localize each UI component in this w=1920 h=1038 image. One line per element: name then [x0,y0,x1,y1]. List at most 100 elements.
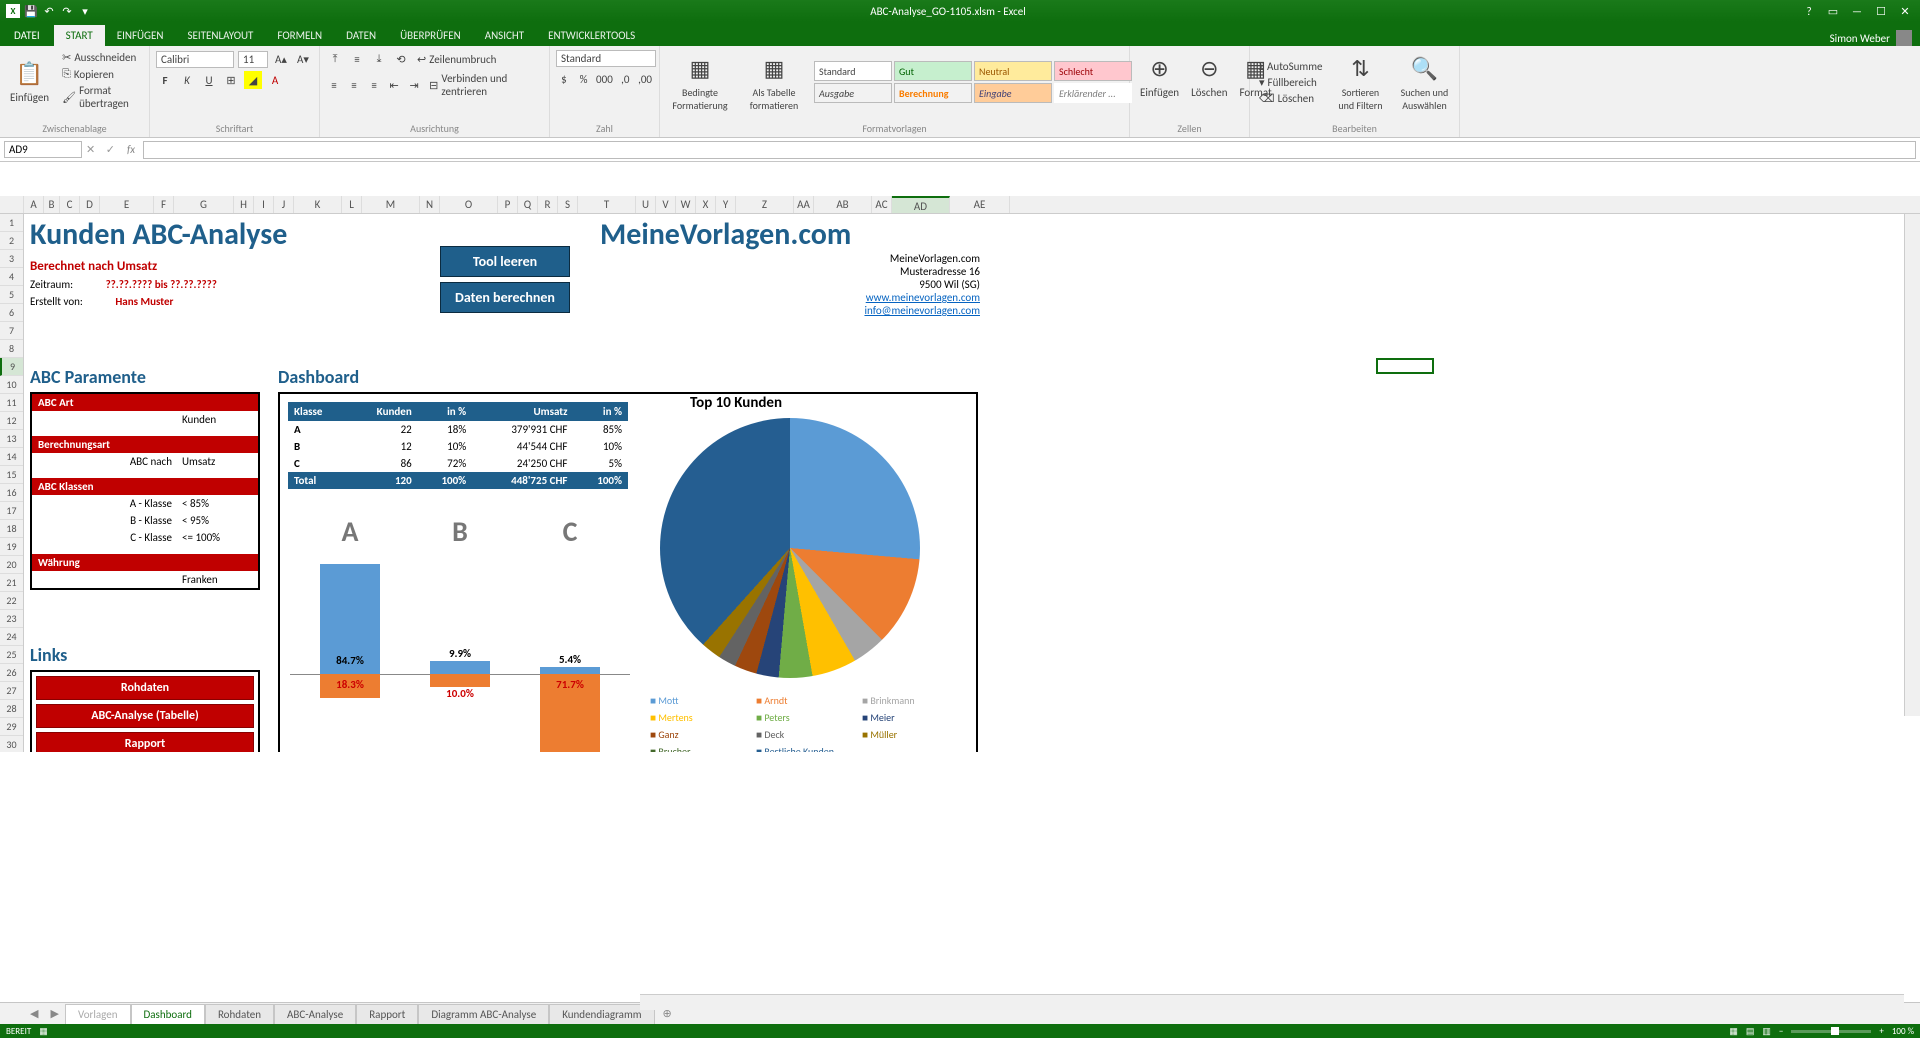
undo-icon[interactable]: ↶ [42,4,56,18]
row-header[interactable]: 6 [0,304,23,322]
view-page-icon[interactable]: ▤ [1746,1026,1755,1037]
font-size-select[interactable]: 11 [238,51,268,68]
row-header[interactable]: 21 [0,574,23,592]
tab-start[interactable]: START [54,25,105,46]
bold-icon[interactable]: F [156,71,174,89]
indent-dec-icon[interactable]: ⇤ [386,76,402,94]
fill-button[interactable]: ▾Füllbereich [1256,75,1325,90]
style-standard[interactable]: Standard [814,61,892,81]
col-header[interactable]: Z [736,196,794,213]
align-bottom-icon[interactable]: ⤓ [370,50,388,68]
style-berechnung[interactable]: Berechnung [894,83,972,103]
row-header[interactable]: 19 [0,538,23,556]
view-normal-icon[interactable]: ▦ [1729,1026,1738,1037]
col-header[interactable]: P [498,196,518,213]
tool-leeren-button[interactable]: Tool leeren [440,246,570,277]
name-box[interactable]: AD9 [4,141,82,158]
percent-icon[interactable]: % [576,70,592,88]
orientation-icon[interactable]: ⟲ [392,50,410,68]
macro-icon[interactable]: ▦ [39,1026,48,1037]
align-left-icon[interactable]: ≡ [326,76,342,94]
sheet-tab[interactable]: Rohdaten [205,1004,274,1024]
col-header[interactable]: AE [950,196,1010,213]
conditional-formatting-button[interactable]: ▦ Bedingte Formatierung [666,50,734,114]
row-header[interactable]: 11 [0,394,23,412]
email-link[interactable]: info@meinevorlagen.com [864,304,980,317]
link-button[interactable]: ABC-Analyse (Tabelle) [36,704,254,728]
sheet-nav-next-icon[interactable]: ▶ [44,1007,64,1020]
row-header[interactable]: 14 [0,448,23,466]
col-header[interactable]: O [440,196,498,213]
klasse-a-value[interactable]: < 85% [182,497,252,510]
col-header[interactable]: C [60,196,80,213]
col-header[interactable]: T [578,196,636,213]
help-icon[interactable]: ? [1798,5,1820,18]
dec-decimal-icon[interactable]: ,00 [637,70,653,88]
tab-ansicht[interactable]: ANSICHT [473,25,536,46]
format-as-table-button[interactable]: ▦ Als Tabelle formatieren [740,50,808,114]
currency-icon[interactable]: $ [556,70,572,88]
row-header[interactable]: 5 [0,286,23,304]
ribbon-options-icon[interactable]: ▭ [1822,5,1844,18]
sheet-tab[interactable]: Kundendiagramm [549,1004,654,1024]
sheet-tab[interactable]: Dashboard [131,1004,205,1024]
col-header[interactable]: U [636,196,656,213]
row-header[interactable]: 10 [0,376,23,394]
col-header[interactable]: D [80,196,100,213]
sheet-tab[interactable]: Diagramm ABC-Analyse [418,1004,549,1024]
underline-icon[interactable]: U [200,71,218,89]
row-header[interactable]: 4 [0,268,23,286]
horizontal-scrollbar[interactable] [640,994,1904,1010]
abc-art-value[interactable]: Kunden [182,413,252,426]
col-header[interactable]: AD [892,196,950,213]
col-header[interactable]: M [362,196,420,213]
clear-button[interactable]: ⌫Löschen [1256,91,1325,106]
row-header[interactable]: 17 [0,502,23,520]
klasse-b-value[interactable]: < 95% [182,514,252,527]
klasse-c-value[interactable]: <= 100% [182,531,252,544]
col-header[interactable]: A [24,196,44,213]
col-header[interactable]: AC [872,196,892,213]
align-top-icon[interactable]: ⤒ [326,50,344,68]
row-headers[interactable]: 1234567891011121314151617181920212223242… [0,214,24,752]
col-header[interactable]: R [538,196,558,213]
zoom-in-icon[interactable]: + [1879,1026,1883,1037]
style-gut[interactable]: Gut [894,61,972,81]
style-ausgabe[interactable]: Ausgabe [814,83,892,103]
row-header[interactable]: 18 [0,520,23,538]
zoom-out-icon[interactable]: − [1779,1026,1783,1037]
row-header[interactable]: 2 [0,232,23,250]
worksheet-grid[interactable]: ABCDEFGHIJKLMNOPQRSTUVWXYZAAABACADAE 123… [0,162,1920,752]
cancel-formula-icon[interactable]: ✕ [82,143,99,156]
col-header[interactable]: X [696,196,716,213]
row-header[interactable]: 15 [0,466,23,484]
tab-entwicklertools[interactable]: ENTWICKLERTOOLS [536,25,647,46]
align-middle-icon[interactable]: ≡ [348,50,366,68]
user-avatar-icon[interactable] [1896,30,1912,46]
row-header[interactable]: 13 [0,430,23,448]
sheet-nav-prev-icon[interactable]: ◀ [24,1007,44,1020]
daten-berechnen-button[interactable]: Daten berechnen [440,282,570,313]
row-header[interactable]: 22 [0,592,23,610]
tab-ueberpruefen[interactable]: ÜBERPRÜFEN [388,25,473,46]
accept-formula-icon[interactable]: ✓ [102,143,119,156]
row-header[interactable]: 30 [0,736,23,752]
number-format-select[interactable]: Standard [556,50,656,67]
style-neutral[interactable]: Neutral [974,61,1052,81]
tab-seitenlayout[interactable]: SEITENLAYOUT [175,25,265,46]
col-header[interactable]: B [44,196,60,213]
inc-decimal-icon[interactable]: ,0 [617,70,633,88]
align-right-icon[interactable]: ≡ [366,76,382,94]
close-icon[interactable]: ✕ [1894,5,1916,18]
col-header[interactable]: G [174,196,234,213]
row-header[interactable]: 7 [0,322,23,340]
find-select-button[interactable]: 🔍Suchen und Auswählen [1395,50,1453,114]
tab-formeln[interactable]: FORMELN [265,25,334,46]
col-header[interactable]: Y [716,196,736,213]
website-link[interactable]: www.meinevorlagen.com [866,291,980,304]
cut-button[interactable]: ✂Ausschneiden [59,50,143,65]
col-header[interactable]: I [254,196,274,213]
view-break-icon[interactable]: ▥ [1762,1026,1771,1037]
col-header[interactable]: H [234,196,254,213]
minimize-icon[interactable]: — [1846,5,1868,18]
